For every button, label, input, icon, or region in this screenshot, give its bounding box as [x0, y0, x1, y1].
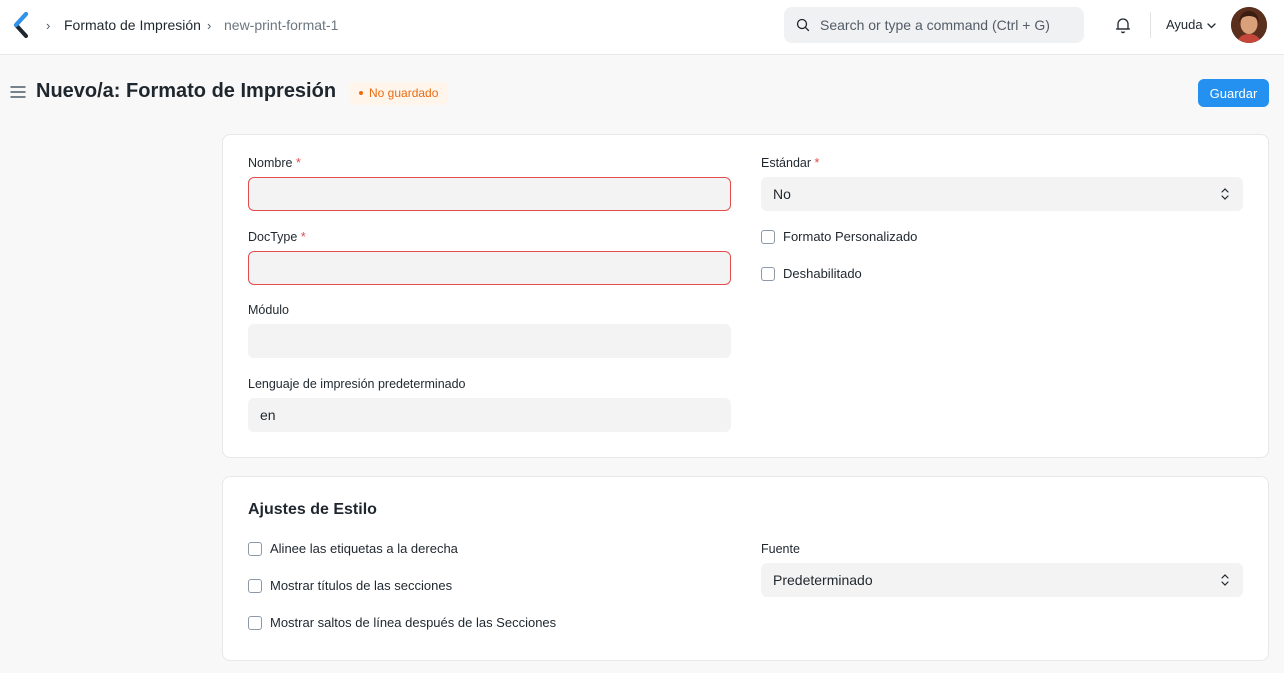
estandar-value: No [773, 186, 791, 202]
status-text: No guardado [369, 86, 439, 100]
chevron-right-icon: › [207, 18, 212, 33]
save-button[interactable]: Guardar [1198, 79, 1269, 107]
breadcrumb-current[interactable]: new-print-format-1 [224, 17, 338, 33]
chevron-right-icon: › [46, 18, 51, 33]
estandar-select[interactable]: No [761, 177, 1243, 211]
doctype-label: DocType * [248, 230, 306, 244]
search-bar[interactable]: Search or type a command (Ctrl + G) [784, 7, 1084, 43]
status-badge: No guardado [349, 82, 449, 105]
deshabilitado-checkbox[interactable]: Deshabilitado [761, 266, 862, 281]
checkbox-box[interactable] [248, 578, 262, 593]
show-line-breaks-checkbox[interactable]: Mostrar saltos de línea después de las S… [248, 615, 556, 630]
chevron-down-icon [1206, 22, 1216, 28]
form-section-main: Nombre * DocType * Módulo Lenguaje de im… [222, 134, 1269, 458]
doctype-input[interactable] [248, 251, 731, 285]
nombre-label: Nombre * [248, 156, 301, 170]
form-section-style: Ajustes de Estilo Alinee las etiquetas a… [222, 476, 1269, 661]
checkbox-box[interactable] [248, 541, 262, 556]
fuente-value: Predeterminado [773, 572, 873, 588]
fuente-label: Fuente [761, 542, 800, 556]
estandar-label: Estándar * [761, 156, 820, 170]
lenguaje-input[interactable]: en [248, 398, 731, 432]
checkbox-box[interactable] [248, 615, 262, 630]
user-avatar-icon [1231, 7, 1267, 43]
search-icon [796, 18, 810, 32]
checkbox-box[interactable] [761, 266, 775, 281]
fuente-select[interactable]: Predeterminado [761, 563, 1243, 597]
checkbox-box[interactable] [761, 229, 775, 244]
bell-icon[interactable] [1114, 16, 1132, 34]
modulo-label: Módulo [248, 303, 289, 317]
sidebar-toggle-icon[interactable] [10, 85, 26, 99]
page-title: Nuevo/a: Formato de Impresión [36, 80, 337, 102]
select-arrows-icon [1221, 188, 1229, 200]
app-logo-icon[interactable] [12, 12, 32, 38]
nombre-input[interactable] [248, 177, 731, 211]
search-input[interactable]: Search or type a command (Ctrl + G) [820, 17, 1050, 33]
modulo-input[interactable] [248, 324, 731, 358]
section-title: Ajustes de Estilo [248, 501, 377, 518]
select-arrows-icon [1221, 574, 1229, 586]
navbar-divider [1150, 12, 1151, 38]
help-label: Ayuda [1166, 17, 1203, 32]
align-labels-checkbox[interactable]: Alinee las etiquetas a la derecha [248, 541, 458, 556]
formato-personalizado-checkbox[interactable]: Formato Personalizado [761, 229, 917, 244]
help-dropdown[interactable]: Ayuda [1166, 17, 1216, 32]
navbar: › Formato de Impresión › new-print-forma… [0, 0, 1284, 55]
avatar[interactable] [1231, 7, 1267, 43]
lenguaje-label: Lenguaje de impresión predeterminado [248, 377, 466, 391]
show-section-titles-checkbox[interactable]: Mostrar títulos de las secciones [248, 578, 452, 593]
breadcrumb-print-format[interactable]: Formato de Impresión [64, 17, 201, 33]
status-dot-icon [359, 90, 363, 95]
